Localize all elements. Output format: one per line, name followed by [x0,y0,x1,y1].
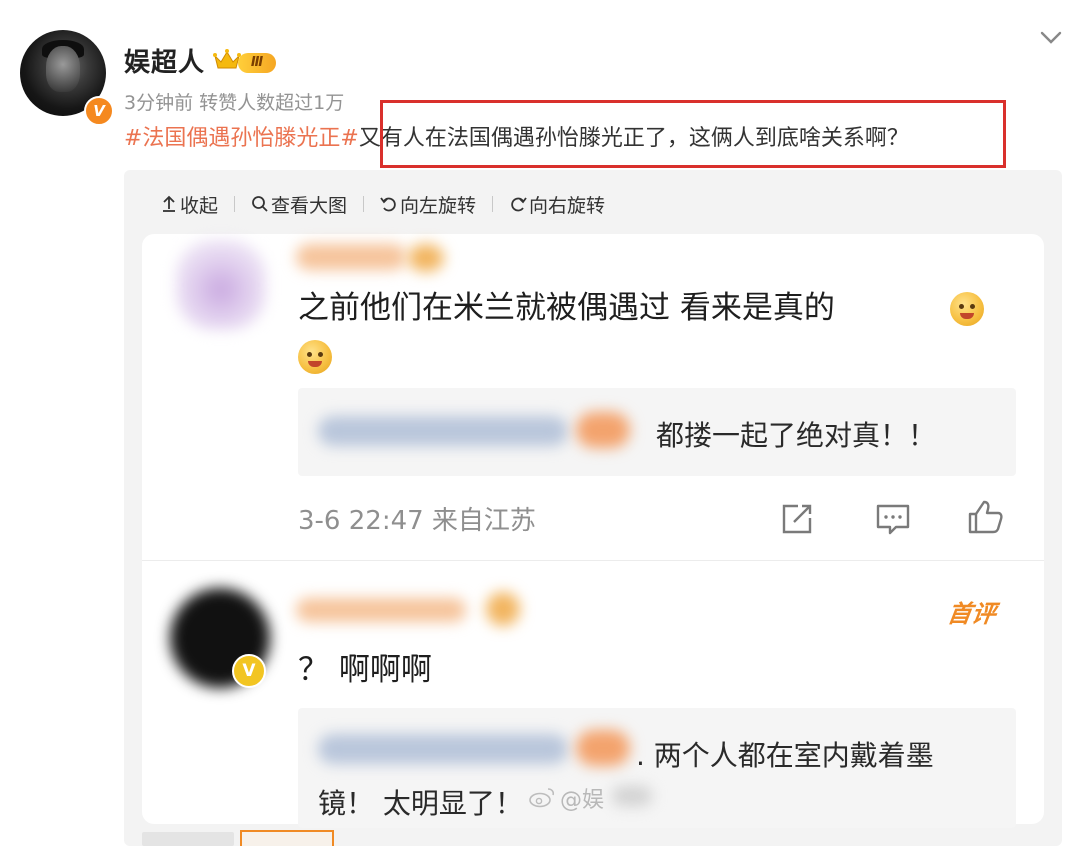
search-icon [252,196,268,212]
comment-text: 之前他们在米兰就被偶遇过 看来是真的 [298,290,835,326]
watermark-text: @娱 [560,788,605,813]
view-large-label: 查看大图 [271,194,348,217]
toolbar-divider [363,196,365,212]
reply-name-blurred [318,734,568,764]
commenter-name-blurred [296,244,406,270]
topic-link[interactable]: #法国偶遇孙怡滕光正# [124,126,359,151]
reply-name-blurred [318,416,568,446]
rotate-left-button[interactable]: 向左旋转 [380,191,476,218]
verified-badge: V [84,96,114,126]
collapse-label: 收起 [180,194,219,217]
comment-icon [876,504,910,535]
commenter-badge-blurred [486,592,520,626]
comment-text: ？ 啊啊啊 [298,652,432,688]
commenter-avatar [176,240,266,330]
post-meta: 3分钟前 转赞人数超过1万 [124,92,345,114]
image-toolbar: 收起 查看大图 向左旋转 向右旋转 [160,186,605,222]
first-comment-tag: 首评 [945,600,998,628]
share-icon [782,504,812,534]
reply-text-line2: 镜！ 太明显了！ [318,787,523,820]
chevron-down-icon[interactable] [1038,24,1064,50]
collapse-up-icon [163,195,175,212]
comment-divider [142,560,1044,561]
emoji-icon [298,340,332,374]
reply-badge-blurred [576,412,630,448]
image-thumbnail-selected[interactable] [240,830,334,846]
verified-badge: V [232,654,266,688]
collapse-button[interactable]: 收起 [160,191,218,218]
level-badge: Ⅲ [238,53,276,73]
commenter-name-blurred [296,598,466,622]
reply-text: 都搂一起了绝对真！！ [656,419,937,452]
toolbar-divider [492,196,494,212]
comment-timestamp: 3-6 22:47 来自江苏 [298,506,536,536]
rotate-right-icon [511,197,527,212]
watermark-blurred [612,786,652,806]
rotate-left-label: 向左旋转 [400,194,477,217]
commenter-badge-blurred [408,244,444,272]
author-username[interactable]: 娱超人 [124,42,205,79]
reply-badge-blurred [576,730,630,766]
like-icon [968,500,1003,534]
weibo-icon [529,788,555,808]
rotate-right-label: 向右旋转 [529,194,606,217]
toolbar-divider [234,196,236,212]
image-thumbnail[interactable] [142,832,234,846]
highlight-annotation-box [380,100,1006,168]
rotate-right-button[interactable]: 向右旋转 [509,191,605,218]
reply-text-line1: . 两个人都在室内戴着墨 [636,739,934,772]
rotate-left-icon [380,197,396,212]
view-large-button[interactable]: 查看大图 [251,191,347,218]
emoji-icon [950,292,984,326]
